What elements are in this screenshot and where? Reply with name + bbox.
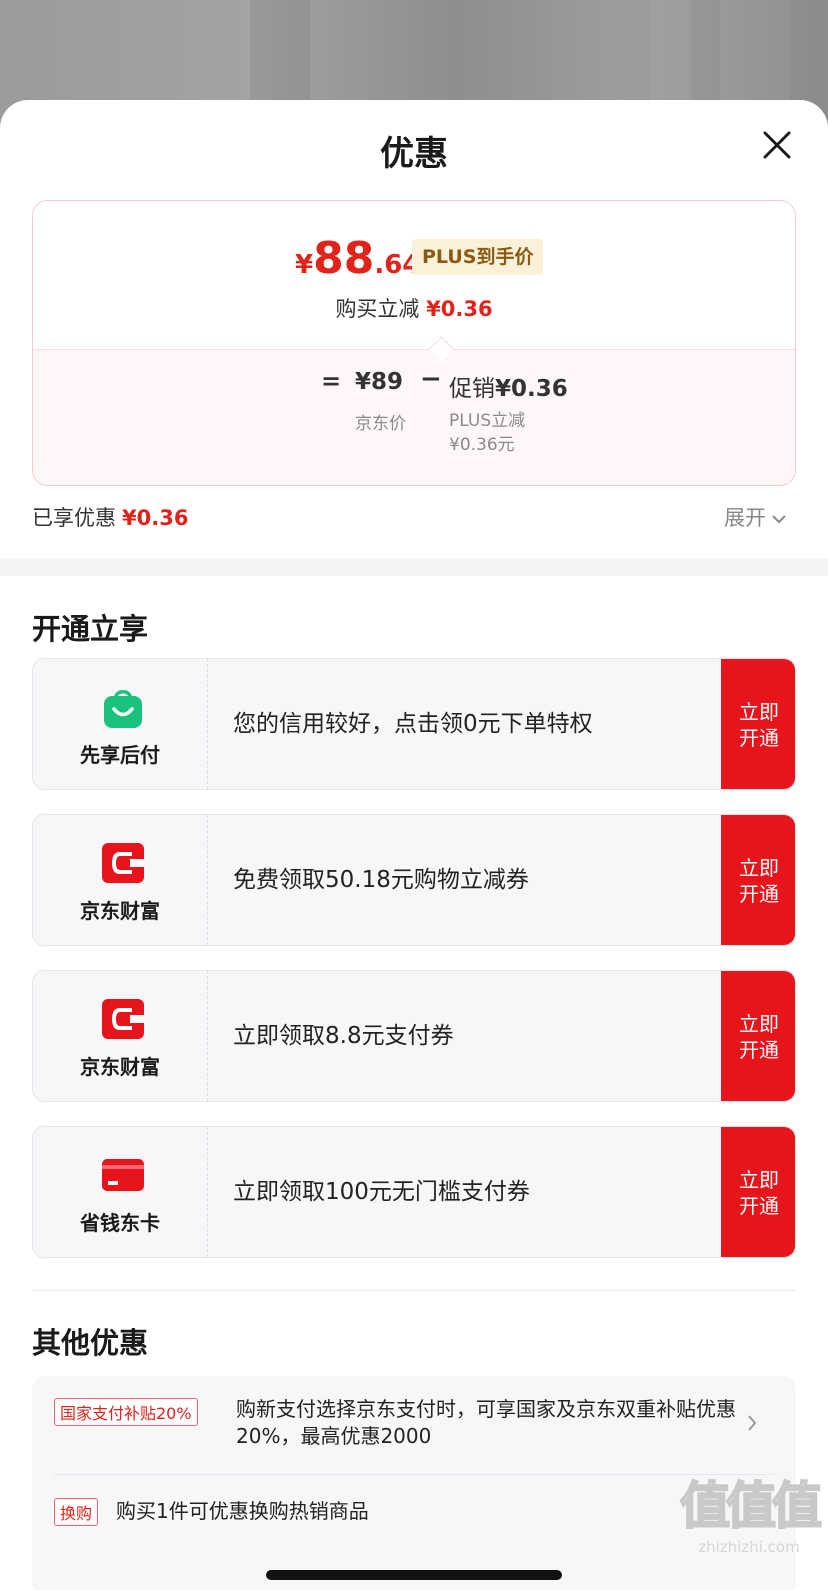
activate-button[interactable]: 立即 开通 bbox=[721, 1127, 795, 1257]
activate-label-1: 立即 bbox=[739, 1168, 779, 1192]
equals-sign: = bbox=[321, 367, 342, 395]
base-price-caption: 京东价 bbox=[355, 414, 406, 434]
activate-label-2: 开通 bbox=[739, 1194, 779, 1218]
divider bbox=[32, 1290, 796, 1291]
offer-card-credit-pay[interactable]: 先享后付 您的信用较好，点击领0元下单特权 立即 开通 bbox=[32, 658, 796, 790]
offer-name: 省钱东卡 bbox=[80, 1211, 160, 1235]
other-section-title: 其他优惠 bbox=[32, 1326, 149, 1360]
section-divider bbox=[0, 558, 828, 576]
wallet-icon bbox=[102, 843, 144, 883]
offer-card-saving-card[interactable]: 省钱东卡 立即领取100元无门槛支付券 立即 开通 bbox=[32, 1126, 796, 1258]
watermark-glyph: 值值值 bbox=[679, 1476, 823, 1536]
minus-sign: − bbox=[420, 364, 442, 394]
offer-name: 京东财富 bbox=[80, 899, 160, 923]
activate-label-1: 立即 bbox=[739, 856, 779, 880]
subsidy-description: 购新支付选择京东支付时，可享国家及京东双重补贴优惠20%，最高优惠2000 bbox=[236, 1397, 736, 1448]
row-separator bbox=[54, 1474, 774, 1475]
activate-label-2: 开通 bbox=[739, 726, 779, 750]
offer-description: 您的信用较好，点击领0元下单特权 bbox=[233, 711, 593, 737]
wallet-icon bbox=[102, 999, 144, 1039]
offer-card-jd-finance-coupon[interactable]: 京东财富 免费领取50.18元购物立减券 立即 开通 bbox=[32, 814, 796, 946]
instant-discount-label: 购买立减 bbox=[335, 297, 420, 321]
final-price: ¥88.64 bbox=[295, 233, 420, 284]
activate-label-2: 开通 bbox=[739, 1038, 779, 1062]
activate-button[interactable]: 立即 开通 bbox=[721, 659, 795, 789]
base-price: ¥89 bbox=[355, 369, 404, 395]
instant-discount-line: 购买立减 ¥0.36 bbox=[33, 293, 795, 323]
final-price-currency: ¥ bbox=[295, 250, 314, 280]
chevron-right-icon bbox=[748, 1415, 757, 1431]
watermark-url: zhizhizhi.com bbox=[698, 1538, 800, 1556]
discount-sheet: 优惠 ¥88.64 PLUS到手价 购买立减 ¥0.36 = ¥89 − 促销¥… bbox=[0, 100, 828, 1590]
exchange-description[interactable]: 购买1件可优惠换购热销商品 bbox=[116, 1495, 369, 1524]
enjoyed-discount: 已享优惠 ¥0.36 bbox=[32, 502, 188, 532]
activate-label-1: 立即 bbox=[739, 700, 779, 724]
final-price-integer: 88 bbox=[313, 233, 375, 284]
promo-label: 促销 bbox=[449, 376, 495, 402]
sheet-title: 优惠 bbox=[380, 134, 448, 174]
enjoyed-value: ¥0.36 bbox=[122, 506, 189, 530]
activate-label-1: 立即 bbox=[739, 1012, 779, 1036]
offer-description: 免费领取50.18元购物立减券 bbox=[233, 867, 529, 893]
promo-caption: PLUS立减 ¥0.36元 bbox=[449, 409, 525, 457]
offer-name: 京东财富 bbox=[80, 1055, 160, 1079]
offer-description: 立即领取8.8元支付券 bbox=[233, 1023, 454, 1049]
enjoyed-label: 已享优惠 bbox=[32, 506, 116, 530]
promo-caption-line1: PLUS立减 bbox=[449, 411, 526, 431]
expand-button[interactable]: 展开 bbox=[724, 502, 788, 532]
offer-name: 先享后付 bbox=[80, 743, 160, 767]
promo-caption-line2: ¥0.36元 bbox=[449, 435, 515, 455]
price-breakdown-card: ¥88.64 PLUS到手价 购买立减 ¥0.36 = ¥89 − 促销¥0.3… bbox=[32, 200, 796, 486]
subsidy-tag: 国家支付补贴20% bbox=[54, 1398, 198, 1426]
close-icon[interactable] bbox=[760, 128, 794, 162]
activate-label-2: 开通 bbox=[739, 882, 779, 906]
plus-price-badge: PLUS到手价 bbox=[412, 239, 544, 275]
activate-button[interactable]: 立即 开通 bbox=[721, 815, 795, 945]
promo-value: ¥0.36 bbox=[495, 376, 568, 402]
exchange-tag: 换购 bbox=[54, 1498, 99, 1526]
instant-discount-value: ¥0.36 bbox=[426, 297, 493, 321]
card-icon bbox=[102, 1159, 144, 1191]
open-section-title: 开通立享 bbox=[32, 612, 149, 646]
offer-card-jd-finance-pay[interactable]: 京东财富 立即领取8.8元支付券 立即 开通 bbox=[32, 970, 796, 1102]
shopping-bag-icon bbox=[104, 690, 142, 728]
home-indicator bbox=[266, 1570, 562, 1580]
expand-label: 展开 bbox=[724, 506, 766, 530]
offer-description: 立即领取100元无门槛支付券 bbox=[233, 1179, 530, 1205]
promo-discount: 促销¥0.36 bbox=[449, 369, 568, 403]
site-watermark: 值值值 zhizhizhi.com bbox=[676, 1474, 823, 1580]
activate-button[interactable]: 立即 开通 bbox=[721, 971, 795, 1101]
chevron-down-icon bbox=[772, 515, 786, 524]
